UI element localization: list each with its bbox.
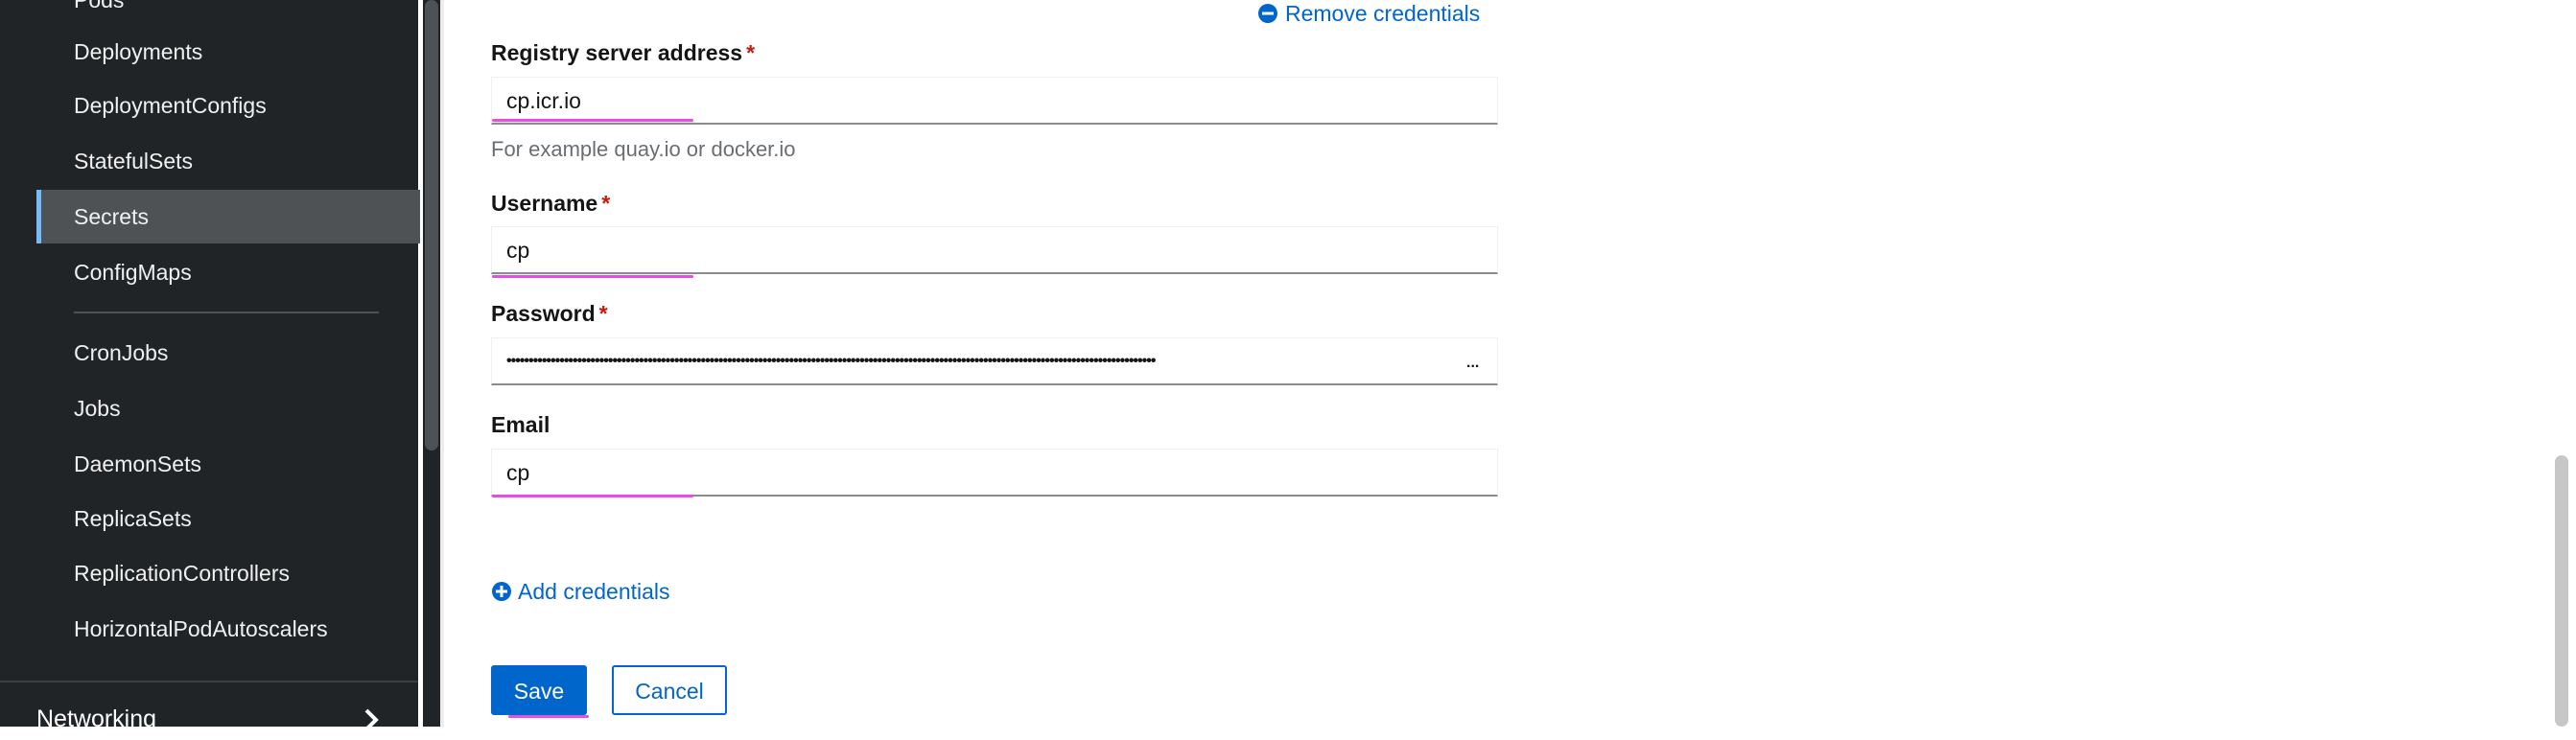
required-mark: * [601,191,611,216]
password-label: Password * [491,299,608,328]
sidebar-item-cronjobs[interactable]: CronJobs [36,326,420,380]
sidebar-item-deployments[interactable]: Deployments [36,25,420,79]
sidebar-item-replicationcontrollers[interactable]: ReplicationControllers [36,546,420,600]
annotation-underline [492,495,693,497]
sidebar-scrollbar[interactable] [425,0,438,451]
sidebar-item-configmaps[interactable]: ConfigMaps [36,245,420,299]
username-label-text: Username [491,191,598,216]
sidebar-item-secrets[interactable]: Secrets [36,190,420,243]
sidebar-item-label: Jobs [74,396,121,421]
cancel-button[interactable]: Cancel [612,665,727,715]
sidebar-item-label: CronJobs [74,340,169,365]
sidebar-section-divider [0,681,418,682]
sidebar-item-label: Deployments [74,39,203,64]
required-mark: * [598,301,608,326]
registry-label-text: Registry server address [491,40,743,65]
sidebar-item-label: ReplicationControllers [74,561,290,586]
sidebar-item-label: ConfigMaps [74,260,192,285]
sidebar-item-label: Secrets [74,204,149,229]
email-input[interactable]: cp [491,449,1498,497]
sidebar-item-label: ReplicaSets [74,506,192,531]
sidebar-item-jobs[interactable]: Jobs [36,382,420,435]
password-input[interactable]: ••••••••••••••••••••••••••••••••••••••••… [491,337,1498,385]
sidebar-item-statefulsets[interactable]: StatefulSets [36,134,420,188]
sidebar-item-horizontalpodautoscalers[interactable]: HorizontalPodAutoscalers [36,602,420,656]
sidebar-item-label: Pods [74,0,125,12]
username-input[interactable]: cp [491,226,1498,274]
sidebar-item-label: DeploymentConfigs [74,93,267,118]
registry-server-input[interactable]: cp.icr.io [491,77,1498,125]
sidebar-item-replicasets[interactable]: ReplicaSets [36,492,420,545]
sidebar-item-deploymentconfigs[interactable]: DeploymentConfigs [36,79,420,132]
page-scrollbar[interactable] [2555,455,2568,727]
registry-label: Registry server address * [491,38,755,67]
password-label-text: Password [491,301,596,326]
minus-circle-icon [1258,4,1277,23]
annotation-underline [508,715,589,718]
sidebar-item-label: DaemonSets [74,451,201,476]
registry-helper-text: For example quay.io or docker.io [491,137,796,161]
plus-circle-icon [492,582,511,601]
sidebar-nav: Pods Deployments DeploymentConfigs State… [0,0,420,732]
email-label: Email [491,410,550,439]
save-button[interactable]: Save [491,665,587,715]
sidebar-item-label: HorizontalPodAutoscalers [74,616,328,641]
required-mark: * [746,40,756,65]
sidebar-section-label: Networking [36,705,157,732]
email-label-text: Email [491,412,550,437]
remove-credentials-label: Remove credentials [1285,1,1481,26]
add-credentials-label: Add credentials [518,579,670,604]
username-label: Username * [491,189,610,218]
password-overflow-mark: ... [1466,355,1480,371]
annotation-underline [492,119,693,122]
sidebar-divider [74,312,379,313]
chevron-right-icon [364,708,379,731]
sidebar-section-networking[interactable]: Networking [36,698,382,736]
sidebar-item-label: StatefulSets [74,149,194,173]
sidebar-item-daemonsets[interactable]: DaemonSets [36,437,420,491]
main-left-border [440,0,444,727]
annotation-underline [492,275,693,278]
sidebar-item-pods[interactable]: Pods [36,0,420,27]
